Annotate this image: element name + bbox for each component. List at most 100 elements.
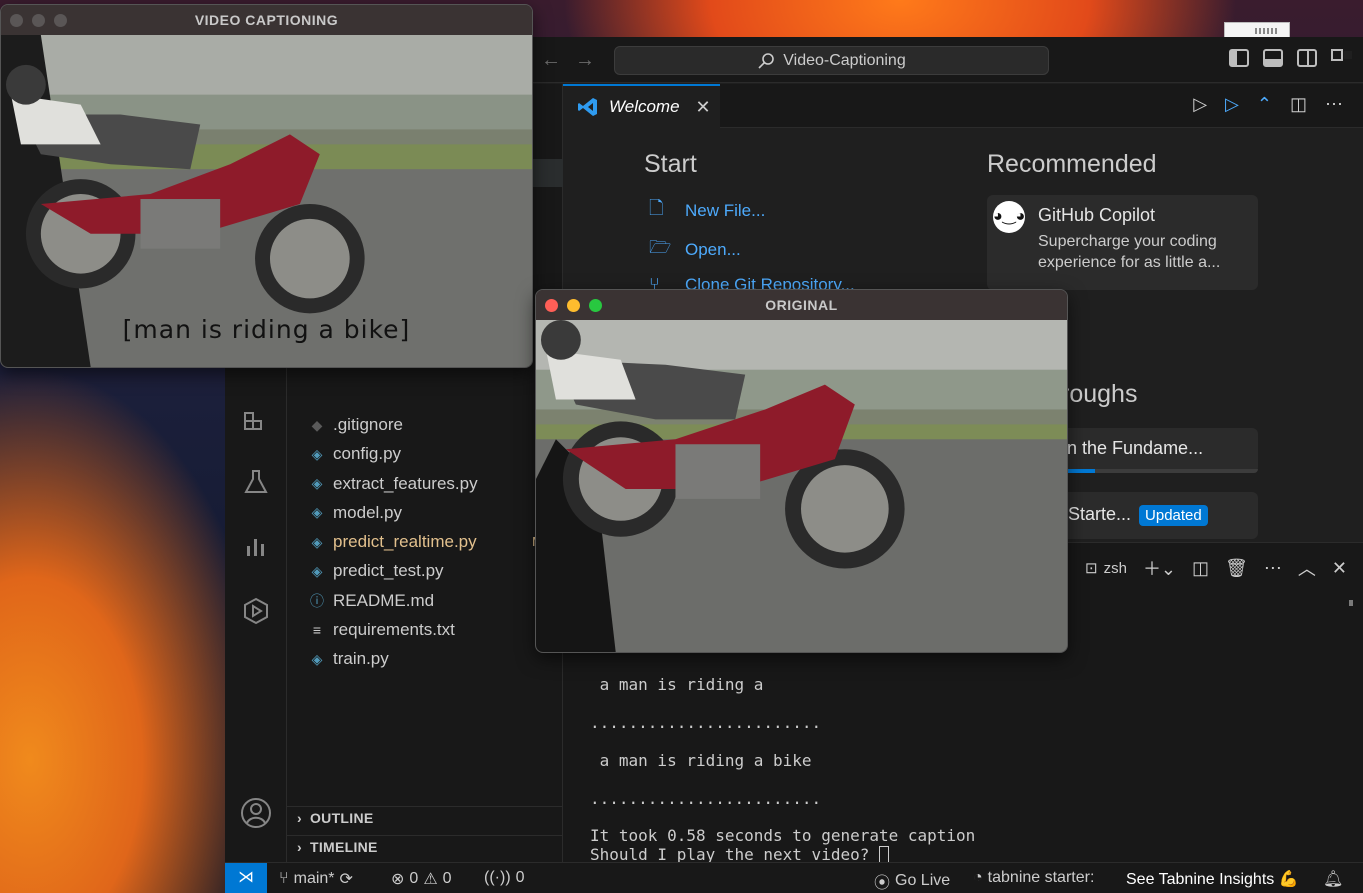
- terminal-scrollbar[interactable]: [1349, 600, 1353, 606]
- tabnine-insights[interactable]: See Tabnine Insights 💪: [1126, 869, 1299, 889]
- tabnine-status[interactable]: ◔ tabnine starter:: [973, 869, 1094, 887]
- close-window-button[interactable]: [10, 14, 23, 27]
- panel-actions: ⊡ zsh ＋⌄ ◫ 🗑 ⋯ ︿ ✕: [1085, 555, 1347, 581]
- split-editor-icon[interactable]: ◫: [1290, 94, 1307, 115]
- status-bar: ⋊ ⑂ main* ⟳ ⊗ 0 ⚠ 0 ((·)) 0 ⦿ Go Live ◔ tabnine …: [225, 862, 1363, 893]
- walkthrough-1-label: rn the Fundame...: [1061, 438, 1204, 458]
- forward-arrow-icon[interactable]: →: [575, 49, 595, 72]
- file-item[interactable]: ◈ model.py: [309, 500, 563, 526]
- file-name: predict_realtime.py: [333, 532, 477, 551]
- close-window-button[interactable]: [545, 299, 558, 312]
- run-debug-icon[interactable]: ▷: [1225, 94, 1239, 115]
- ports-status[interactable]: ((·)) 0: [484, 869, 525, 887]
- copilot-card[interactable]: ◕‿◕ GitHub Copilot Supercharge your codi…: [987, 195, 1258, 290]
- run-icon[interactable]: ▷: [1193, 94, 1207, 115]
- chart-icon[interactable]: [242, 533, 270, 561]
- captioned-video-frame: [man is riding a bike]: [1, 35, 532, 367]
- toggle-secondary-sidebar-icon[interactable]: [1297, 49, 1317, 67]
- recommended-heading: Recommended: [987, 150, 1157, 178]
- file-item[interactable]: ◈ train.py: [309, 646, 563, 672]
- file-item[interactable]: ◆ .gitignore: [309, 412, 563, 438]
- zoom-window-button[interactable]: [589, 299, 602, 312]
- window-titlebar[interactable]: VIDEO CAPTIONING: [1, 5, 532, 35]
- minimize-window-button[interactable]: [567, 299, 580, 312]
- trash-icon[interactable]: 🗑: [1225, 558, 1248, 579]
- maximize-panel-icon[interactable]: ︿: [1298, 555, 1316, 581]
- new-file-label: New File...: [685, 201, 766, 220]
- walkthrough-2: Starte... Updated: [1068, 504, 1208, 526]
- warning-count: 0: [442, 870, 452, 887]
- copilot-desc: Supercharge your coding experience for a…: [1038, 233, 1221, 271]
- chevron-right-icon: ›: [297, 810, 302, 826]
- python-icon: ◈: [311, 445, 323, 462]
- file-item[interactable]: ◈predict_realtime.pyM: [309, 529, 563, 555]
- terminal-selector[interactable]: ⊡ zsh: [1085, 559, 1127, 578]
- file-item[interactable]: ⓘ README.md: [309, 588, 563, 614]
- account-icon[interactable]: [240, 797, 272, 829]
- terminal-icon: ⊡: [1085, 560, 1098, 577]
- terminal-line: ........................: [590, 789, 822, 808]
- tabnine-icon: ◔: [973, 869, 983, 886]
- video-frame-image: [536, 320, 1067, 652]
- customize-layout-icon[interactable]: [1331, 49, 1351, 67]
- file-item[interactable]: ◈ config.py: [309, 441, 563, 467]
- python-icon: ◈: [311, 475, 323, 491]
- file-item[interactable]: ≡ requirements.txt: [309, 617, 563, 643]
- outline-section[interactable]: › OUTLINE: [297, 810, 374, 826]
- walkthroughs-heading: roughs: [1061, 380, 1138, 408]
- error-count: 0: [409, 870, 419, 887]
- problems-status[interactable]: ⊗ 0 ⚠ 0: [391, 869, 452, 889]
- branch-status[interactable]: ⑂ main* ⟳: [279, 869, 353, 889]
- command-center[interactable]: Video-Captioning: [614, 46, 1049, 75]
- go-live-button[interactable]: ⦿ Go Live: [874, 869, 950, 893]
- more-actions-icon[interactable]: ⋯: [1264, 558, 1282, 579]
- python-icon: ◈: [311, 533, 323, 550]
- git-branch-icon: ⑂: [279, 870, 289, 887]
- editor-actions: ▷ ▷ ⌃ ◫ ⋯: [1193, 94, 1343, 115]
- broadcast-icon: ((·)): [484, 869, 511, 886]
- extensions-icon[interactable]: [242, 404, 270, 432]
- branch-label: main*: [293, 870, 335, 887]
- testing-flask-icon[interactable]: [242, 468, 270, 496]
- more-actions-icon[interactable]: ⋯: [1325, 94, 1343, 115]
- new-terminal-icon[interactable]: ＋⌄: [1143, 555, 1176, 581]
- remote-explorer-icon[interactable]: [242, 597, 270, 625]
- close-panel-icon[interactable]: ✕: [1332, 558, 1347, 579]
- new-file-icon: 🗋: [649, 198, 664, 218]
- file-item[interactable]: ◈ predict_test.py: [309, 558, 563, 584]
- open-link[interactable]: 🗁 Open...: [649, 235, 741, 265]
- notifications-bell-icon[interactable]: 🔔︎: [1323, 869, 1343, 889]
- folder-icon: 🗁: [649, 237, 672, 257]
- close-icon[interactable]: ✕: [696, 97, 711, 118]
- timeline-label: TIMELINE: [309, 839, 378, 855]
- window-controls: [545, 299, 602, 312]
- diamond-icon: ◆: [311, 416, 323, 433]
- original-video-window[interactable]: ORIGINAL: [535, 289, 1068, 653]
- caption-overlay-text: [man is riding a bike]: [122, 315, 411, 344]
- split-terminal-icon[interactable]: ◫: [1192, 558, 1209, 579]
- toggle-primary-sidebar-icon[interactable]: [1229, 49, 1249, 67]
- minimize-window-button[interactable]: [32, 14, 45, 27]
- double-chevron-up-icon[interactable]: ⌃: [1257, 94, 1272, 115]
- timeline-section[interactable]: › TIMELINE: [297, 839, 378, 855]
- sync-icon: ⟳: [339, 871, 353, 888]
- back-arrow-icon[interactable]: ←: [541, 49, 561, 72]
- window-titlebar[interactable]: ORIGINAL: [536, 290, 1067, 320]
- terminal-cursor: [878, 846, 889, 863]
- python-icon: ◈: [311, 650, 323, 667]
- editor-tabs: Welcome ✕ ▷ ▷ ⌃ ◫ ⋯: [563, 84, 1363, 128]
- tab-welcome[interactable]: Welcome ✕: [563, 84, 720, 128]
- ports-count: 0: [515, 869, 525, 886]
- toggle-panel-icon[interactable]: [1263, 49, 1283, 67]
- file-item[interactable]: ◈ extract_features.py: [309, 471, 563, 497]
- remote-indicator-icon[interactable]: ⋊: [225, 863, 267, 893]
- file-name: train.py: [333, 649, 389, 668]
- video-captioning-window[interactable]: VIDEO CAPTIONING [man is riding a bike]: [0, 4, 533, 368]
- new-file-link[interactable]: 🗋 New File...: [649, 196, 765, 226]
- command-center-label: Video-Captioning: [783, 51, 906, 69]
- divider: [287, 806, 563, 807]
- file-name: README.md: [333, 590, 435, 610]
- terminal-line: It took 0.58 seconds to generate caption: [590, 826, 976, 845]
- zoom-window-button[interactable]: [54, 14, 67, 27]
- file-name: extract_features.py: [333, 473, 478, 493]
